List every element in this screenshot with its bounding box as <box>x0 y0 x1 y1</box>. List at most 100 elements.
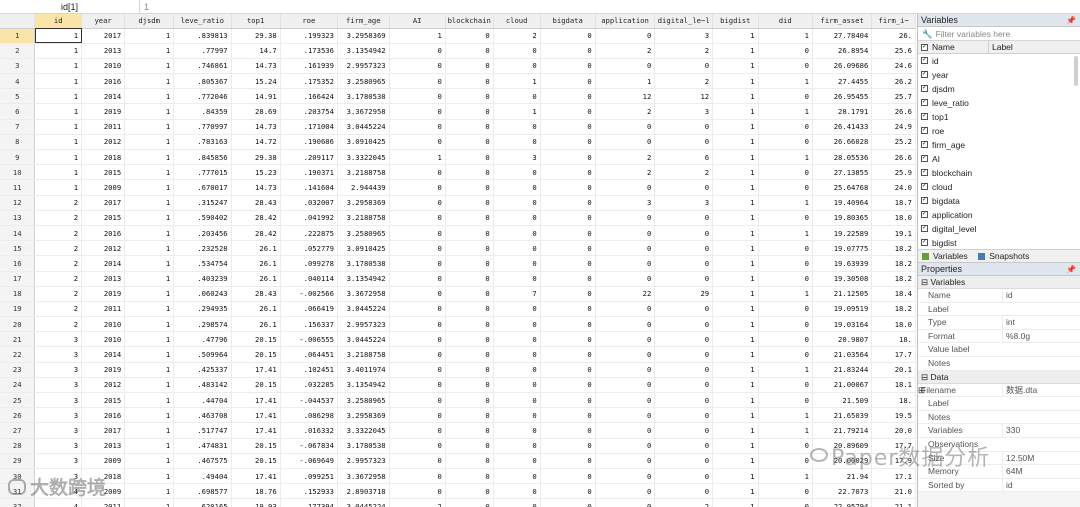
table-cell[interactable]: 1 <box>124 498 175 507</box>
table-cell[interactable]: 0 <box>445 73 494 90</box>
table-cell[interactable]: 0 <box>493 316 541 333</box>
table-cell[interactable]: 2.9957323 <box>337 58 390 75</box>
table-cell[interactable]: 2.8903718 <box>337 483 390 500</box>
table-cell[interactable]: 1 <box>124 58 175 75</box>
table-cell[interactable]: 1 <box>124 453 175 469</box>
pin-icon[interactable]: 📌 <box>1066 263 1076 276</box>
table-cell[interactable]: 0 <box>493 88 541 105</box>
table-cell[interactable]: .425337 <box>173 362 232 378</box>
table-cell[interactable]: 28.42 <box>231 210 281 226</box>
table-cell[interactable]: 1 <box>712 58 759 75</box>
table-cell[interactable]: .141604 <box>280 179 338 196</box>
table-cell[interactable]: 0 <box>445 407 494 424</box>
table-cell[interactable]: 0 <box>493 255 541 272</box>
table-cell[interactable]: .517747 <box>173 422 232 439</box>
table-cell[interactable]: 1 <box>124 149 175 166</box>
table-cell[interactable]: 3.1780538 <box>337 255 390 272</box>
table-cell[interactable]: 0 <box>540 362 596 378</box>
table-cell[interactable]: 3.2580965 <box>337 225 390 242</box>
table-cell[interactable]: 0 <box>389 422 446 439</box>
table-cell[interactable]: 0 <box>493 346 541 363</box>
table-cell[interactable]: 1 <box>124 195 175 211</box>
table-cell[interactable]: 0 <box>389 179 446 196</box>
property-row[interactable]: Sorted by id <box>918 478 1080 493</box>
table-cell[interactable]: 0 <box>445 301 494 318</box>
table-cell[interactable]: 1 <box>758 28 813 44</box>
table-cell[interactable]: 1 <box>124 119 175 135</box>
table-cell[interactable]: 3 <box>34 422 83 439</box>
table-cell[interactable]: 0 <box>493 377 541 394</box>
table-cell[interactable]: 0 <box>493 119 541 135</box>
column-header[interactable]: application <box>595 14 656 29</box>
row-number[interactable]: 7 <box>0 119 36 135</box>
table-cell[interactable]: 0 <box>389 392 446 409</box>
table-cell[interactable]: 27.4455 <box>812 73 873 90</box>
table-cell[interactable]: 1 <box>712 392 759 409</box>
table-cell[interactable]: 2 <box>34 195 83 211</box>
table-cell[interactable]: 0 <box>540 377 596 394</box>
table-cell[interactable]: 0 <box>654 210 714 226</box>
table-cell[interactable]: 1 <box>712 271 759 287</box>
table-row[interactable]: 26 3 2016 1.463708 17.41.086298 3.2958369 0 0 0 0… <box>0 407 916 424</box>
table-cell[interactable]: 19.1 <box>871 225 916 242</box>
table-cell[interactable]: 19.63939 <box>812 255 873 272</box>
table-cell[interactable]: 0 <box>445 392 494 409</box>
table-cell[interactable]: 3.1354942 <box>337 271 390 287</box>
table-cell[interactable]: 0 <box>540 438 596 454</box>
table-cell[interactable]: 24.6 <box>871 58 916 75</box>
table-cell[interactable]: 19.07775 <box>812 240 873 257</box>
table-cell[interactable]: 0 <box>493 271 541 287</box>
table-cell[interactable]: 0 <box>389 438 446 454</box>
table-cell[interactable]: 2017 <box>81 28 126 44</box>
table-cell[interactable]: 2016 <box>81 407 126 424</box>
table-cell[interactable]: 3.0445224 <box>337 498 390 507</box>
table-cell[interactable]: 0 <box>389 43 446 59</box>
table-cell[interactable]: 0 <box>445 316 494 333</box>
column-header[interactable]: firm_asset <box>812 14 873 29</box>
table-cell[interactable]: 20.0 <box>871 422 916 439</box>
table-cell[interactable]: 0 <box>445 286 494 302</box>
table-cell[interactable]: 26.66028 <box>812 134 873 151</box>
variable-checkbox[interactable]: ✓ <box>921 141 928 148</box>
table-cell[interactable]: 0 <box>595 407 656 424</box>
table-cell[interactable]: 3.1780538 <box>337 88 390 105</box>
table-cell[interactable]: -.002566 <box>280 286 338 302</box>
table-cell[interactable]: 1 <box>712 483 759 500</box>
table-cell[interactable]: 0 <box>540 392 596 409</box>
variable-item[interactable]: ✓ djsdm <box>918 82 1080 96</box>
row-number[interactable]: 22 <box>0 346 36 363</box>
table-row[interactable]: 30 3 2018 1.49404 17.41.099251 3.3672958 0 0 0 0 0… <box>0 468 916 485</box>
table-cell[interactable]: 1 <box>758 286 813 302</box>
table-cell[interactable]: 1 <box>712 331 759 348</box>
table-cell[interactable]: 1 <box>758 103 813 120</box>
property-row[interactable]: Label <box>918 397 1080 411</box>
table-cell[interactable]: 1 <box>34 73 83 90</box>
table-cell[interactable]: 1 <box>712 362 759 378</box>
table-cell[interactable]: 1 <box>758 362 813 378</box>
table-cell[interactable]: 1 <box>124 240 175 257</box>
table-cell[interactable]: 1 <box>493 73 541 90</box>
column-header[interactable]: top1 <box>231 14 281 29</box>
table-cell[interactable]: 21.83244 <box>812 362 873 378</box>
table-cell[interactable]: 3 <box>34 453 83 469</box>
table-cell[interactable]: 14.73 <box>231 119 281 135</box>
table-cell[interactable]: 26.09686 <box>812 58 873 75</box>
pin-icon[interactable]: 📌 <box>1066 14 1076 27</box>
table-cell[interactable]: 2 <box>493 28 541 44</box>
table-cell[interactable]: 1 <box>124 392 175 409</box>
table-cell[interactable]: 2 <box>34 316 83 333</box>
table-cell[interactable]: 0 <box>445 210 494 226</box>
table-cell[interactable]: 0 <box>595 498 656 507</box>
table-cell[interactable]: 1 <box>758 149 813 166</box>
table-cell[interactable]: 0 <box>540 119 596 135</box>
table-cell[interactable]: 2 <box>654 73 714 90</box>
table-cell[interactable]: 0 <box>595 28 656 44</box>
table-cell[interactable]: 0 <box>540 316 596 333</box>
table-cell[interactable]: 1 <box>712 407 759 424</box>
table-cell[interactable]: 3 <box>34 438 83 454</box>
table-cell[interactable]: 1 <box>389 149 446 166</box>
table-cell[interactable]: 1 <box>124 316 175 333</box>
table-cell[interactable]: 1 <box>493 103 541 120</box>
row-number[interactable]: 27 <box>0 422 36 439</box>
table-cell[interactable]: 2013 <box>81 43 126 59</box>
